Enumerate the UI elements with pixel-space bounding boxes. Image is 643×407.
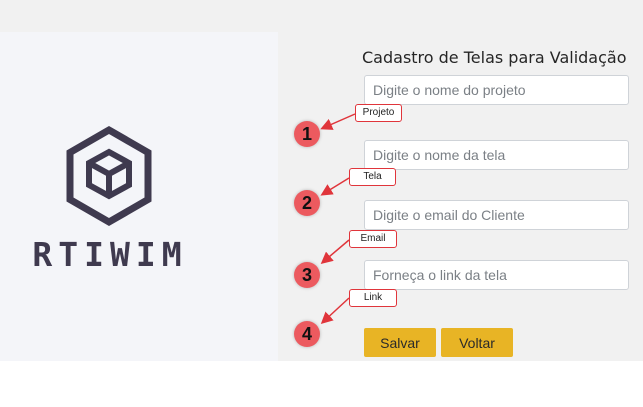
step-number-badge: 2 xyxy=(294,190,320,216)
step-number-badge: 4 xyxy=(294,321,320,347)
back-button[interactable]: Voltar xyxy=(441,328,513,357)
page-title: Cadastro de Telas para Validação xyxy=(362,48,627,67)
screen-link-input[interactable] xyxy=(364,260,629,290)
annotation-tag-email: Email xyxy=(349,230,397,248)
client-email-input[interactable] xyxy=(364,200,629,230)
step-number-badge: 1 xyxy=(294,121,320,147)
annotation-tag-project: Projeto xyxy=(355,104,402,122)
save-button[interactable]: Salvar xyxy=(364,328,436,357)
annotation-tag-screen: Tela xyxy=(349,168,396,186)
logo-text: RTIWIM xyxy=(32,235,188,274)
project-name-input[interactable] xyxy=(364,75,629,105)
screen-name-input[interactable] xyxy=(364,140,629,170)
logo-cube-icon xyxy=(66,125,152,227)
top-strip xyxy=(0,0,643,32)
step-number-badge: 3 xyxy=(294,262,320,288)
annotation-tag-link: Link xyxy=(349,289,397,307)
